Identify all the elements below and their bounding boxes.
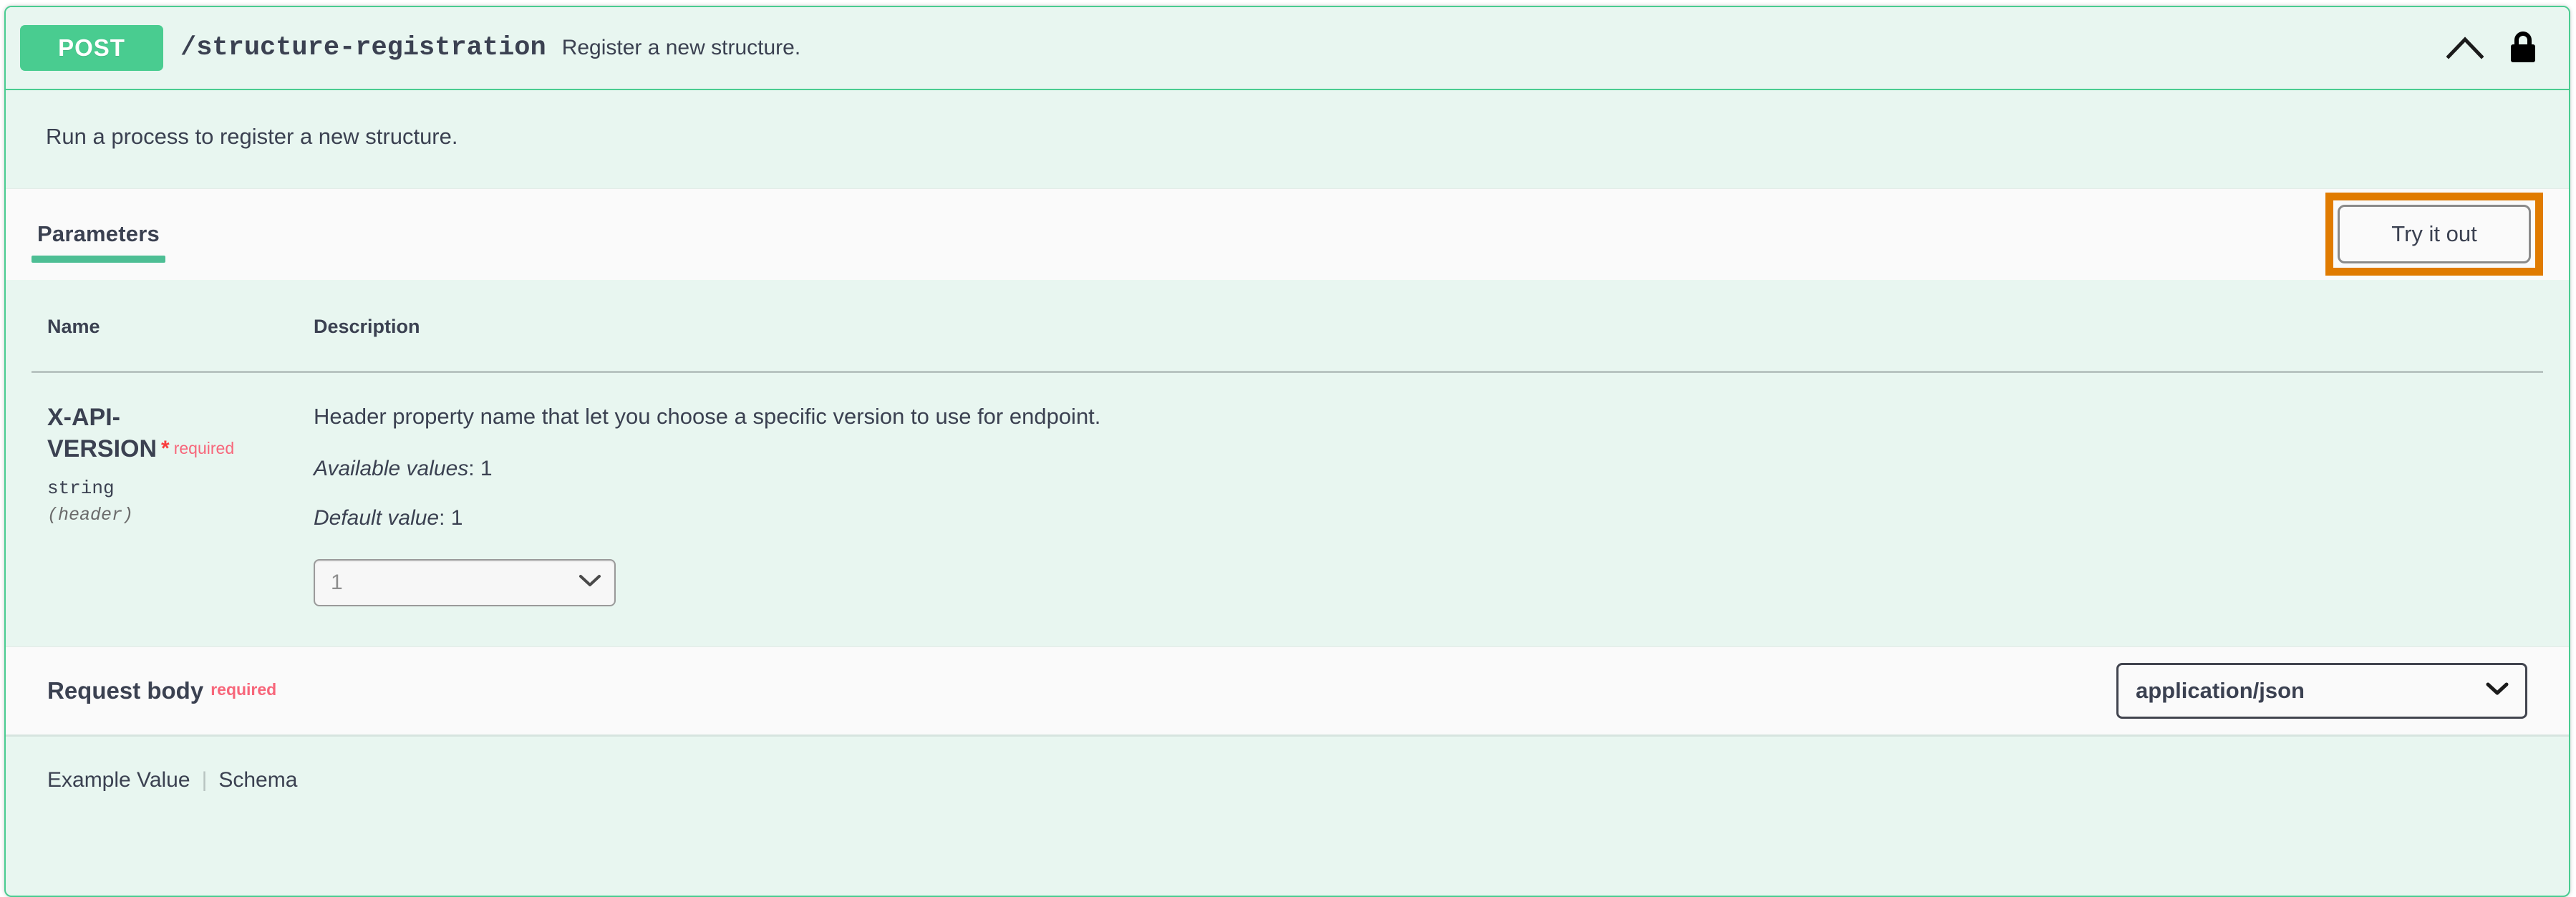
required-label: required	[173, 438, 235, 457]
available-values-line: Available values: 1	[314, 457, 2543, 481]
parameter-input-wrap: 1	[314, 558, 2543, 606]
available-values-label: Available values	[314, 456, 469, 480]
parameter-value-select[interactable]: 1	[314, 558, 616, 606]
request-body-required-label: required	[210, 679, 277, 699]
column-header-name: Name	[32, 279, 296, 373]
parameter-description-text: Header property name that let you choose…	[314, 403, 1101, 429]
operation-block: POST /structure-registration Register a …	[4, 6, 2570, 897]
tab-separator: |	[201, 767, 208, 792]
tab-parameters-label: Parameters	[37, 221, 160, 247]
request-body-section: Request body required application/json	[6, 646, 2569, 737]
http-method-badge: POST	[20, 25, 163, 71]
operation-path: /structure-registration	[180, 33, 546, 63]
parameters-table: Name Description X-API-VERSION * required …	[32, 279, 2543, 646]
content-type-select[interactable]: application/json	[2116, 662, 2527, 719]
request-body-title: Request body required	[47, 677, 276, 704]
table-row: X-API-VERSION * required string (header) H…	[32, 372, 2543, 646]
chevron-down-icon	[2485, 681, 2509, 700]
parameter-description-cell: Header property name that let you choose…	[296, 372, 2543, 646]
content-type-select-value: application/json	[2136, 677, 2305, 703]
parameter-name-cell: X-API-VERSION * required string (header)	[32, 372, 296, 646]
parameter-name: X-API-VERSION * required	[47, 402, 275, 465]
parameter-name-text: X-API-VERSION	[47, 403, 158, 462]
collapse-operation-button[interactable]	[2440, 23, 2490, 73]
chevron-down-icon	[578, 573, 601, 591]
column-header-description: Description	[296, 279, 2543, 373]
example-schema-tabs: Example Value | Schema	[6, 736, 2569, 792]
available-values-value: : 1	[468, 456, 493, 480]
parameter-location: (header)	[47, 505, 134, 526]
required-asterisk: *	[161, 436, 170, 460]
parameters-section: Name Description X-API-VERSION * required …	[6, 279, 2569, 646]
tab-parameters[interactable]: Parameters	[32, 189, 165, 280]
tab-example-value[interactable]: Example Value	[47, 768, 190, 792]
request-body-title-text: Request body	[47, 677, 204, 704]
table-header-row: Name Description	[32, 279, 2543, 373]
try-it-out-annotation-highlight: Try it out	[2325, 193, 2543, 276]
tab-schema[interactable]: Schema	[218, 768, 297, 792]
operation-description: Run a process to register a new structur…	[6, 90, 2569, 188]
default-value-line: Default value: 1	[314, 506, 2543, 530]
authorization-lock-button[interactable]	[2496, 23, 2550, 73]
lock-icon	[2508, 29, 2538, 67]
operation-summary-header[interactable]: POST /structure-registration Register a …	[6, 7, 2569, 90]
parameter-type: string	[47, 477, 115, 500]
chevron-up-icon	[2446, 35, 2484, 62]
parameters-tab-bar: Parameters Try it out	[6, 188, 2569, 280]
try-it-out-button[interactable]: Try it out	[2338, 205, 2531, 264]
default-value-label: Default value	[314, 505, 440, 530]
parameter-value-select-value: 1	[331, 570, 343, 594]
operation-summary-text: Register a new structure.	[561, 36, 801, 59]
tab-active-indicator	[32, 255, 165, 263]
default-value-value: : 1	[439, 505, 463, 530]
